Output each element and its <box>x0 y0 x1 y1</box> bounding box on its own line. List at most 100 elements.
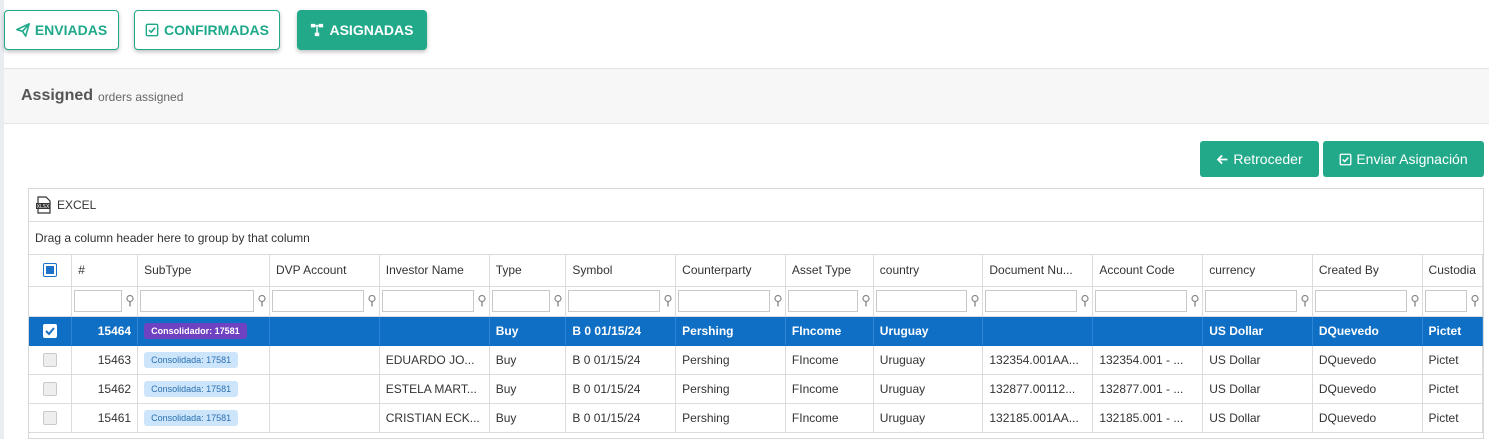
row-select-cell[interactable] <box>29 374 73 404</box>
column-filter-input[interactable] <box>271 290 364 312</box>
tab-enviadas[interactable]: ENVIADAS <box>4 10 119 50</box>
column-filter-input[interactable] <box>491 290 551 312</box>
filter-cell <box>1422 286 1483 317</box>
column-filter-input[interactable] <box>1205 290 1297 312</box>
column-filter-input[interactable] <box>985 290 1078 312</box>
cell-custodian: Pictet <box>1422 403 1483 433</box>
column-header[interactable]: Symbol <box>565 255 677 287</box>
cell-document: 132185.001AA... <box>982 403 1094 433</box>
cell-dvp <box>269 374 380 404</box>
filter-icon[interactable] <box>663 294 673 308</box>
column-filter-input[interactable] <box>1095 290 1188 312</box>
column-filter-input[interactable] <box>1314 290 1407 312</box>
column-filter-input[interactable] <box>74 290 123 312</box>
filter-icon[interactable] <box>257 294 267 308</box>
filter-icon[interactable] <box>970 294 980 308</box>
excel-file-icon: XLSX <box>36 196 51 214</box>
cell-currency: US Dollar <box>1202 403 1313 433</box>
filter-row <box>29 286 1483 317</box>
cell-country: Uruguay <box>873 316 984 346</box>
filter-cell <box>489 286 567 317</box>
cell-symbol: B 0 01/15/24 <box>565 374 677 404</box>
filter-icon[interactable] <box>367 294 377 308</box>
tab-confirmadas[interactable]: CONFIRMADAS <box>134 10 280 50</box>
column-header[interactable]: SubType <box>137 255 270 287</box>
table-row[interactable]: 15463 Consolidada: 17581 EDUARDO JO... Buy B… <box>29 345 1483 375</box>
cell-country: Uruguay <box>873 345 984 375</box>
filter-icon[interactable] <box>1080 294 1090 308</box>
checkbox-icon <box>1339 153 1352 165</box>
filter-spacer <box>29 286 73 317</box>
tab-asignadas[interactable]: ASIGNADAS <box>297 10 427 50</box>
subtype-badge: Consolidada: 17581 <box>144 409 239 426</box>
column-filter-input[interactable] <box>875 290 968 312</box>
excel-export-button[interactable]: XLSX EXCEL <box>35 196 96 214</box>
svg-text:XLSX: XLSX <box>37 204 50 210</box>
column-header[interactable]: DVP Account <box>269 255 380 287</box>
cell-symbol: B 0 01/15/24 <box>565 316 677 346</box>
cell-custodian: Pictet <box>1422 374 1483 404</box>
filter-icon[interactable] <box>477 294 487 308</box>
cell-country: Uruguay <box>873 374 984 404</box>
cell-counterparty: Pershing <box>675 345 786 375</box>
row-checkbox[interactable] <box>43 410 58 425</box>
cell-id: 15463 <box>71 345 139 375</box>
filter-icon[interactable] <box>861 294 871 308</box>
column-header[interactable]: Account Code <box>1092 255 1204 287</box>
select-all-checkbox[interactable] <box>43 263 58 278</box>
column-header[interactable]: country <box>873 255 984 287</box>
filter-icon[interactable] <box>1410 294 1420 308</box>
column-header[interactable]: currency <box>1202 255 1313 287</box>
back-button-label: Retroceder <box>1233 151 1303 167</box>
checkbox-icon <box>145 23 159 37</box>
row-select-cell[interactable] <box>29 345 73 375</box>
column-filter-input[interactable] <box>678 290 770 312</box>
column-header[interactable]: Document Nu... <box>982 255 1094 287</box>
filter-cell <box>565 286 677 317</box>
filter-icon[interactable] <box>125 294 135 308</box>
filter-cell <box>1202 286 1313 317</box>
filter-icon[interactable] <box>1470 294 1480 308</box>
table-row[interactable]: 15461 Consolidada: 17581 CRISTIAN ECK... Bu… <box>29 403 1483 433</box>
cell-asset-type: FIncome <box>785 374 874 404</box>
back-button[interactable]: Retroceder <box>1200 141 1319 177</box>
panel-subtitle: orders assigned <box>98 90 184 104</box>
subtype-badge: Consolidada: 17581 <box>144 380 239 397</box>
cell-dvp <box>269 316 380 346</box>
cell-currency: US Dollar <box>1202 316 1313 346</box>
column-filter-input[interactable] <box>787 290 858 312</box>
table-row[interactable]: 15464 Consolidador: 17581 Buy B 0 01/15/24 P… <box>29 316 1483 346</box>
column-header[interactable]: Counterparty <box>675 255 786 287</box>
column-filter-input[interactable] <box>1424 290 1467 312</box>
column-filter-input[interactable] <box>568 290 661 312</box>
cell-created-by: DQuevedo <box>1312 316 1423 346</box>
cell-created-by: DQuevedo <box>1312 403 1423 433</box>
select-all-header[interactable] <box>29 255 73 287</box>
column-header[interactable]: Asset Type <box>785 255 874 287</box>
panel-header: Assigned orders assigned <box>4 69 1489 124</box>
filter-cell <box>1312 286 1423 317</box>
row-select-cell[interactable] <box>29 316 73 346</box>
column-header[interactable]: Investor Name <box>379 255 490 287</box>
cell-counterparty: Pershing <box>675 316 786 346</box>
row-checkbox[interactable] <box>43 381 58 396</box>
row-checkbox[interactable] <box>43 352 58 367</box>
column-header[interactable]: # <box>71 255 139 287</box>
cell-symbol: B 0 01/15/24 <box>565 403 677 433</box>
column-filter-input[interactable] <box>381 290 474 312</box>
column-header[interactable]: Created By <box>1312 255 1423 287</box>
filter-icon[interactable] <box>553 294 563 308</box>
filter-icon[interactable] <box>1300 294 1310 308</box>
filter-icon[interactable] <box>1190 294 1200 308</box>
row-select-cell[interactable] <box>29 403 73 433</box>
send-assignment-button[interactable]: Enviar Asignación <box>1323 141 1484 177</box>
column-filter-input[interactable] <box>140 290 254 312</box>
group-panel[interactable]: Drag a column header here to group by th… <box>29 222 1483 255</box>
row-checkbox[interactable] <box>43 323 58 338</box>
column-header[interactable]: Custodia <box>1422 255 1483 287</box>
table-row[interactable]: 15462 Consolidada: 17581 ESTELA MART... Buy… <box>29 374 1483 404</box>
cell-account: 132354.001 - ... <box>1092 345 1204 375</box>
cell-asset-type: FIncome <box>785 345 874 375</box>
column-header[interactable]: Type <box>489 255 567 287</box>
filter-icon[interactable] <box>773 294 783 308</box>
